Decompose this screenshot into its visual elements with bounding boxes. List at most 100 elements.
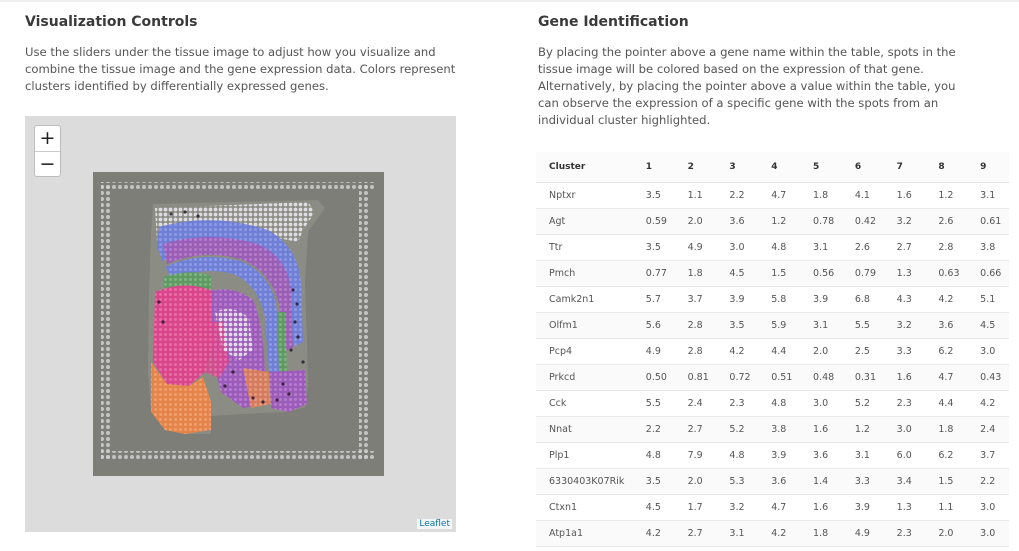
expression-value-cell[interactable]: 4.2: [716, 338, 759, 365]
expression-value-cell[interactable]: 0.61: [967, 208, 1009, 235]
gene-name-cell[interactable]: Pmch: [536, 260, 633, 287]
expression-value-cell[interactable]: 1.8: [800, 520, 842, 547]
expression-value-cell[interactable]: 0.51: [758, 364, 801, 391]
expression-value-cell[interactable]: 4.7: [758, 182, 801, 209]
expression-value-cell[interactable]: 2.7: [883, 234, 926, 261]
expression-value-cell[interactable]: 5.2: [841, 390, 884, 417]
expression-value-cell[interactable]: 4.2: [758, 520, 801, 547]
expression-value-cell[interactable]: 6.2: [925, 442, 968, 469]
expression-value-cell[interactable]: 2.5: [841, 338, 884, 365]
expression-value-cell[interactable]: 1.8: [925, 416, 968, 443]
expression-value-cell[interactable]: 0.81: [674, 364, 717, 391]
tissue-map-viewer[interactable]: + − Leaflet: [25, 116, 456, 532]
gene-name-cell[interactable]: Atp1a1: [536, 520, 633, 547]
expression-value-cell[interactable]: 0.77: [632, 260, 675, 287]
zoom-in-button[interactable]: +: [35, 126, 60, 151]
expression-value-cell[interactable]: 2.0: [925, 520, 968, 547]
expression-value-cell[interactable]: 0.43: [967, 364, 1009, 391]
expression-value-cell[interactable]: 1.3: [883, 494, 926, 521]
expression-value-cell[interactable]: 2.2: [967, 468, 1009, 495]
expression-value-cell[interactable]: 1.5: [925, 468, 968, 495]
expression-value-cell[interactable]: 3.5: [716, 312, 759, 339]
expression-value-cell[interactable]: 3.2: [883, 312, 926, 339]
expression-value-cell[interactable]: 3.5: [632, 182, 675, 209]
expression-value-cell[interactable]: 3.3: [883, 338, 926, 365]
expression-value-cell[interactable]: 4.2: [967, 390, 1009, 417]
expression-value-cell[interactable]: 1.6: [800, 494, 842, 521]
expression-value-cell[interactable]: 1.1: [925, 494, 968, 521]
expression-value-cell[interactable]: 0.78: [800, 208, 842, 235]
expression-value-cell[interactable]: 4.5: [632, 494, 675, 521]
expression-value-cell[interactable]: 4.9: [674, 234, 717, 261]
expression-value-cell[interactable]: 0.66: [967, 260, 1009, 287]
expression-value-cell[interactable]: 5.3: [716, 468, 759, 495]
expression-value-cell[interactable]: 3.0: [967, 520, 1009, 547]
expression-value-cell[interactable]: 2.2: [632, 416, 675, 443]
expression-value-cell[interactable]: 3.0: [716, 234, 759, 261]
expression-value-cell[interactable]: 1.2: [841, 416, 884, 443]
expression-value-cell[interactable]: 5.8: [758, 286, 801, 313]
expression-value-cell[interactable]: 6.8: [841, 286, 884, 313]
expression-value-cell[interactable]: 4.5: [967, 312, 1009, 339]
gene-name-cell[interactable]: Agt: [536, 208, 633, 235]
expression-value-cell[interactable]: 6.0: [883, 442, 926, 469]
expression-value-cell[interactable]: 3.5: [632, 468, 675, 495]
expression-value-cell[interactable]: 2.2: [716, 182, 759, 209]
expression-value-cell[interactable]: 3.0: [800, 390, 842, 417]
expression-value-cell[interactable]: 3.1: [841, 442, 884, 469]
expression-value-cell[interactable]: 4.9: [841, 520, 884, 547]
expression-value-cell[interactable]: 3.1: [800, 234, 842, 261]
gene-name-cell[interactable]: Prkcd: [536, 364, 633, 391]
expression-value-cell[interactable]: 0.59: [632, 208, 675, 235]
expression-value-cell[interactable]: 6.2: [925, 338, 968, 365]
expression-value-cell[interactable]: 3.7: [674, 286, 717, 313]
expression-value-cell[interactable]: 1.6: [883, 182, 926, 209]
expression-value-cell[interactable]: 2.3: [716, 390, 759, 417]
expression-value-cell[interactable]: 4.8: [632, 442, 675, 469]
expression-value-cell[interactable]: 0.79: [841, 260, 884, 287]
expression-value-cell[interactable]: 5.9: [758, 312, 801, 339]
expression-value-cell[interactable]: 3.2: [716, 494, 759, 521]
expression-value-cell[interactable]: 3.1: [800, 312, 842, 339]
leaflet-attribution-link[interactable]: Leaflet: [417, 519, 452, 529]
gene-name-cell[interactable]: 6330403K07Rik: [536, 468, 633, 495]
expression-value-cell[interactable]: 2.3: [883, 520, 926, 547]
expression-value-cell[interactable]: 3.3: [841, 468, 884, 495]
expression-value-cell[interactable]: 2.7: [674, 416, 717, 443]
expression-value-cell[interactable]: 3.9: [841, 494, 884, 521]
expression-value-cell[interactable]: 4.1: [841, 182, 884, 209]
expression-value-cell[interactable]: 7.9: [674, 442, 717, 469]
expression-value-cell[interactable]: 0.50: [632, 364, 675, 391]
expression-value-cell[interactable]: 2.0: [800, 338, 842, 365]
expression-value-cell[interactable]: 3.6: [716, 208, 759, 235]
expression-value-cell[interactable]: 5.1: [967, 286, 1009, 313]
expression-value-cell[interactable]: 2.7: [674, 520, 717, 547]
expression-value-cell[interactable]: 1.2: [925, 182, 968, 209]
expression-value-cell[interactable]: 3.9: [716, 286, 759, 313]
expression-value-cell[interactable]: 1.6: [800, 416, 842, 443]
expression-value-cell[interactable]: 1.5: [758, 260, 801, 287]
expression-value-cell[interactable]: 3.9: [758, 442, 801, 469]
expression-value-cell[interactable]: 2.0: [674, 468, 717, 495]
expression-value-cell[interactable]: 4.4: [925, 390, 968, 417]
expression-value-cell[interactable]: 0.72: [716, 364, 759, 391]
expression-value-cell[interactable]: 1.6: [883, 364, 926, 391]
expression-value-cell[interactable]: 0.63: [925, 260, 968, 287]
expression-value-cell[interactable]: 5.5: [841, 312, 884, 339]
expression-value-cell[interactable]: 4.8: [758, 390, 801, 417]
expression-value-cell[interactable]: 4.3: [883, 286, 926, 313]
expression-value-cell[interactable]: 2.3: [883, 390, 926, 417]
expression-value-cell[interactable]: 3.6: [758, 468, 801, 495]
expression-value-cell[interactable]: 4.2: [925, 286, 968, 313]
expression-value-cell[interactable]: 3.8: [758, 416, 801, 443]
expression-value-cell[interactable]: 5.6: [632, 312, 675, 339]
expression-value-cell[interactable]: 1.8: [674, 260, 717, 287]
expression-value-cell[interactable]: 5.2: [716, 416, 759, 443]
expression-value-cell[interactable]: 3.6: [800, 442, 842, 469]
gene-name-cell[interactable]: Plp1: [536, 442, 633, 469]
expression-value-cell[interactable]: 2.4: [674, 390, 717, 417]
gene-name-cell[interactable]: Olfm1: [536, 312, 633, 339]
expression-value-cell[interactable]: 4.7: [758, 494, 801, 521]
expression-value-cell[interactable]: 5.5: [632, 390, 675, 417]
expression-value-cell[interactable]: 1.7: [674, 494, 717, 521]
